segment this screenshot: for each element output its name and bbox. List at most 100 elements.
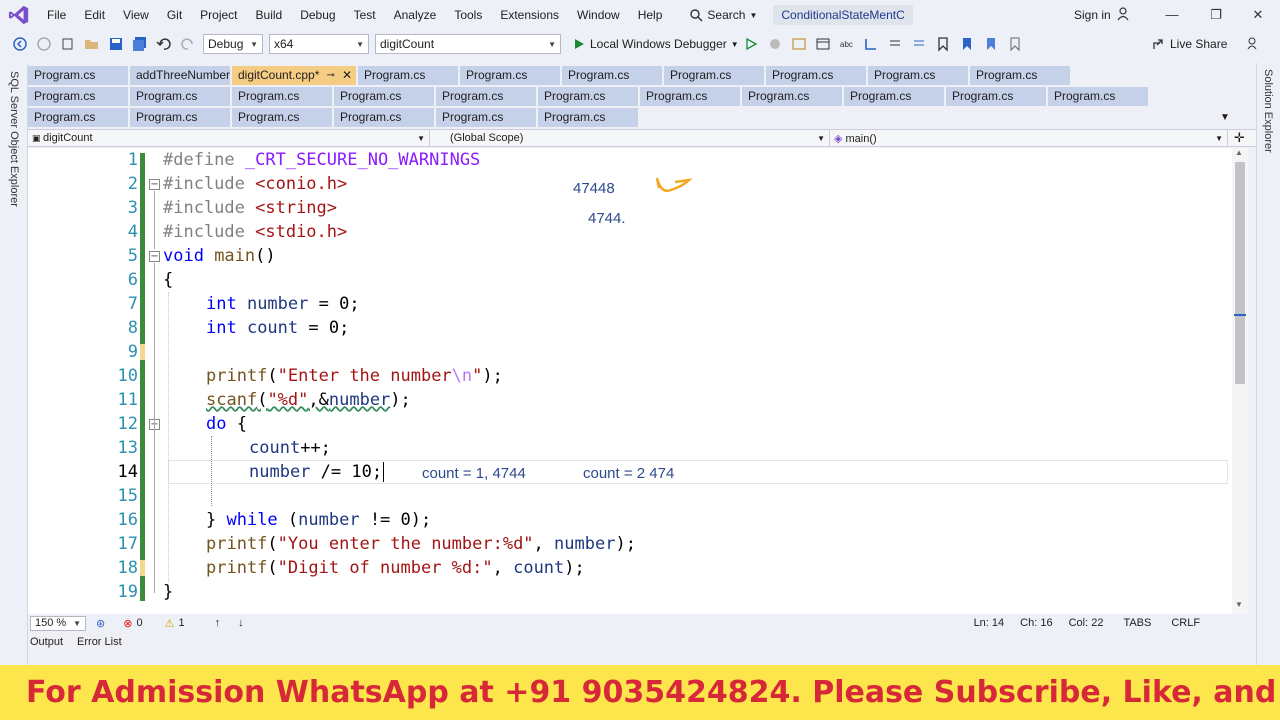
menu-help[interactable]: Help bbox=[629, 0, 672, 30]
comment-icon[interactable] bbox=[887, 36, 903, 52]
uncomment-icon[interactable] bbox=[911, 36, 927, 52]
save-icon[interactable] bbox=[108, 36, 124, 52]
minimize-icon[interactable]: — bbox=[1162, 5, 1182, 25]
menu-edit[interactable]: Edit bbox=[75, 0, 114, 30]
tab-program-cs[interactable]: Program.cs bbox=[232, 108, 332, 127]
new-item-icon[interactable] bbox=[60, 36, 76, 52]
menu-test[interactable]: Test bbox=[345, 0, 385, 30]
tab-addthreenumber-cpp[interactable]: addThreeNumber.cpp bbox=[130, 66, 230, 85]
menu-extensions[interactable]: Extensions bbox=[491, 0, 568, 30]
menu-debug[interactable]: Debug bbox=[291, 0, 344, 30]
menu-view[interactable]: View bbox=[114, 0, 158, 30]
menu-window[interactable]: Window bbox=[568, 0, 629, 30]
scroll-up-icon[interactable]: ▲ bbox=[1235, 148, 1243, 157]
forward-icon[interactable] bbox=[36, 36, 52, 52]
next-bookmark-icon[interactable] bbox=[983, 36, 999, 52]
tab-program-cs[interactable]: Program.cs bbox=[1048, 87, 1148, 106]
scroll-down-icon[interactable]: ▼ bbox=[1235, 600, 1243, 609]
layout-icon[interactable] bbox=[815, 36, 831, 52]
tab-program-cs[interactable]: Program.cs bbox=[334, 108, 434, 127]
tab-program-cs[interactable]: Program.cs bbox=[664, 66, 764, 85]
tab-program-cs[interactable]: Program.cs bbox=[28, 108, 128, 127]
platform-select[interactable]: x64 ▼ bbox=[269, 34, 369, 54]
sign-in-link[interactable]: Sign in bbox=[1074, 8, 1111, 22]
vertical-scrollbar[interactable]: ▲ ▼ bbox=[1232, 148, 1248, 614]
error-list-tab[interactable]: Error List bbox=[77, 636, 122, 654]
search-icon bbox=[690, 9, 703, 22]
tab-program-cs[interactable]: Program.cs bbox=[844, 87, 944, 106]
clear-bookmarks-icon[interactable] bbox=[1007, 36, 1023, 52]
tab-program-cs[interactable]: Program.cs bbox=[334, 87, 434, 106]
pin-icon[interactable]: ⊸ bbox=[326, 66, 334, 85]
scrollbar-thumb[interactable] bbox=[1235, 162, 1245, 384]
feedback-icon[interactable] bbox=[1246, 36, 1260, 50]
menu-analyze[interactable]: Analyze bbox=[385, 0, 446, 30]
split-editor-icon[interactable]: ✛ bbox=[1234, 130, 1245, 146]
tab-program-cs[interactable]: Program.cs bbox=[436, 108, 536, 127]
code-editor[interactable]: 1 2 3 4 5 6 7 8 9 10 11 12 13 14 15 16 1… bbox=[28, 148, 1240, 614]
tab-program-cs[interactable]: Program.cs bbox=[868, 66, 968, 85]
member-select[interactable]: ◈ main() ▼ bbox=[830, 130, 1228, 146]
tab-close-icon[interactable]: ✕ bbox=[342, 66, 352, 85]
back-icon[interactable] bbox=[12, 36, 28, 52]
save-all-icon[interactable] bbox=[132, 36, 148, 52]
tab-program-cs[interactable]: Program.cs bbox=[970, 66, 1070, 85]
start-debugger-button[interactable]: Local Windows Debugger ▼ bbox=[572, 37, 739, 51]
browser-link-icon[interactable] bbox=[791, 36, 807, 52]
menu-tools[interactable]: Tools bbox=[445, 0, 491, 30]
tab-program-cs[interactable]: Program.cs bbox=[562, 66, 662, 85]
collapse-icon[interactable]: − bbox=[149, 179, 160, 190]
tab-program-cs[interactable]: Program.cs bbox=[436, 87, 536, 106]
tab-program-cs[interactable]: Program.cs bbox=[538, 87, 638, 106]
prev-bookmark-icon[interactable] bbox=[959, 36, 975, 52]
tab-program-cs[interactable]: Program.cs bbox=[742, 87, 842, 106]
account-icon[interactable] bbox=[1116, 7, 1130, 21]
tab-program-cs[interactable]: Program.cs bbox=[28, 87, 128, 106]
search-box[interactable]: Search ▼ bbox=[681, 4, 765, 26]
menu-build[interactable]: Build bbox=[247, 0, 292, 30]
zoom-select[interactable]: 150 % ▼ bbox=[30, 615, 86, 631]
tab-overflow-dropdown-icon[interactable]: ▼ bbox=[1220, 112, 1230, 123]
live-share-button[interactable]: Live Share bbox=[1152, 37, 1227, 51]
bookmark-icon[interactable] bbox=[935, 36, 951, 52]
tab-program-cs[interactable]: Program.cs bbox=[130, 108, 230, 127]
tab-program-cs[interactable]: Program.cs bbox=[358, 66, 458, 85]
maximize-icon[interactable]: ❐ bbox=[1206, 5, 1226, 25]
menu-project[interactable]: Project bbox=[191, 0, 246, 30]
collapse-icon[interactable]: − bbox=[149, 251, 160, 262]
previous-issue-icon[interactable]: ↑ bbox=[215, 617, 221, 629]
line-ending-indicator[interactable]: CRLF bbox=[1171, 617, 1200, 629]
configuration-select[interactable]: Debug ▼ bbox=[203, 34, 263, 54]
tab-program-cs[interactable]: Program.cs bbox=[460, 66, 560, 85]
menu-git[interactable]: Git bbox=[158, 0, 191, 30]
next-issue-icon[interactable]: ↓ bbox=[238, 617, 244, 629]
errors-indicator[interactable]: ⊗ 0 bbox=[123, 617, 142, 630]
step-icon[interactable] bbox=[863, 36, 879, 52]
tab-program-cs[interactable]: Program.cs bbox=[640, 87, 740, 106]
warnings-indicator[interactable]: ⚠ 1 bbox=[165, 617, 185, 630]
sql-server-object-explorer-tab[interactable]: SQL Server Object Explorer bbox=[8, 71, 20, 207]
spellcheck-icon[interactable]: abc bbox=[839, 36, 855, 52]
platform-value: x64 bbox=[274, 37, 294, 51]
redo-icon[interactable] bbox=[180, 36, 196, 52]
tab-program-cs[interactable]: Program.cs bbox=[28, 66, 128, 85]
solution-explorer-tab[interactable]: Solution Explorer bbox=[1262, 69, 1274, 153]
global-scope-select[interactable]: (Global Scope) ▼ bbox=[430, 130, 830, 146]
open-folder-icon[interactable] bbox=[84, 36, 100, 52]
tab-program-cs[interactable]: Program.cs bbox=[766, 66, 866, 85]
project-scope-select[interactable]: ▣ digitCount ▼ bbox=[28, 130, 430, 146]
close-icon[interactable]: ✕ bbox=[1248, 5, 1268, 25]
startup-project-select[interactable]: digitCount ▼ bbox=[375, 34, 561, 54]
indent-mode-indicator[interactable]: TABS bbox=[1123, 617, 1151, 629]
tab-program-cs[interactable]: Program.cs bbox=[232, 87, 332, 106]
undo-icon[interactable] bbox=[156, 36, 172, 52]
start-without-debugging-icon[interactable] bbox=[743, 36, 759, 52]
hot-reload-icon[interactable] bbox=[767, 36, 783, 52]
tab-program-cs[interactable]: Program.cs bbox=[130, 87, 230, 106]
menu-file[interactable]: File bbox=[38, 0, 75, 30]
tab-digitcount-cpp[interactable]: digitCount.cpp* ⊸ ✕ bbox=[232, 66, 356, 85]
tab-program-cs[interactable]: Program.cs bbox=[946, 87, 1046, 106]
tab-program-cs[interactable]: Program.cs bbox=[538, 108, 638, 127]
intellicode-icon[interactable]: ⊛ bbox=[96, 617, 105, 630]
output-tab[interactable]: Output bbox=[30, 636, 63, 654]
